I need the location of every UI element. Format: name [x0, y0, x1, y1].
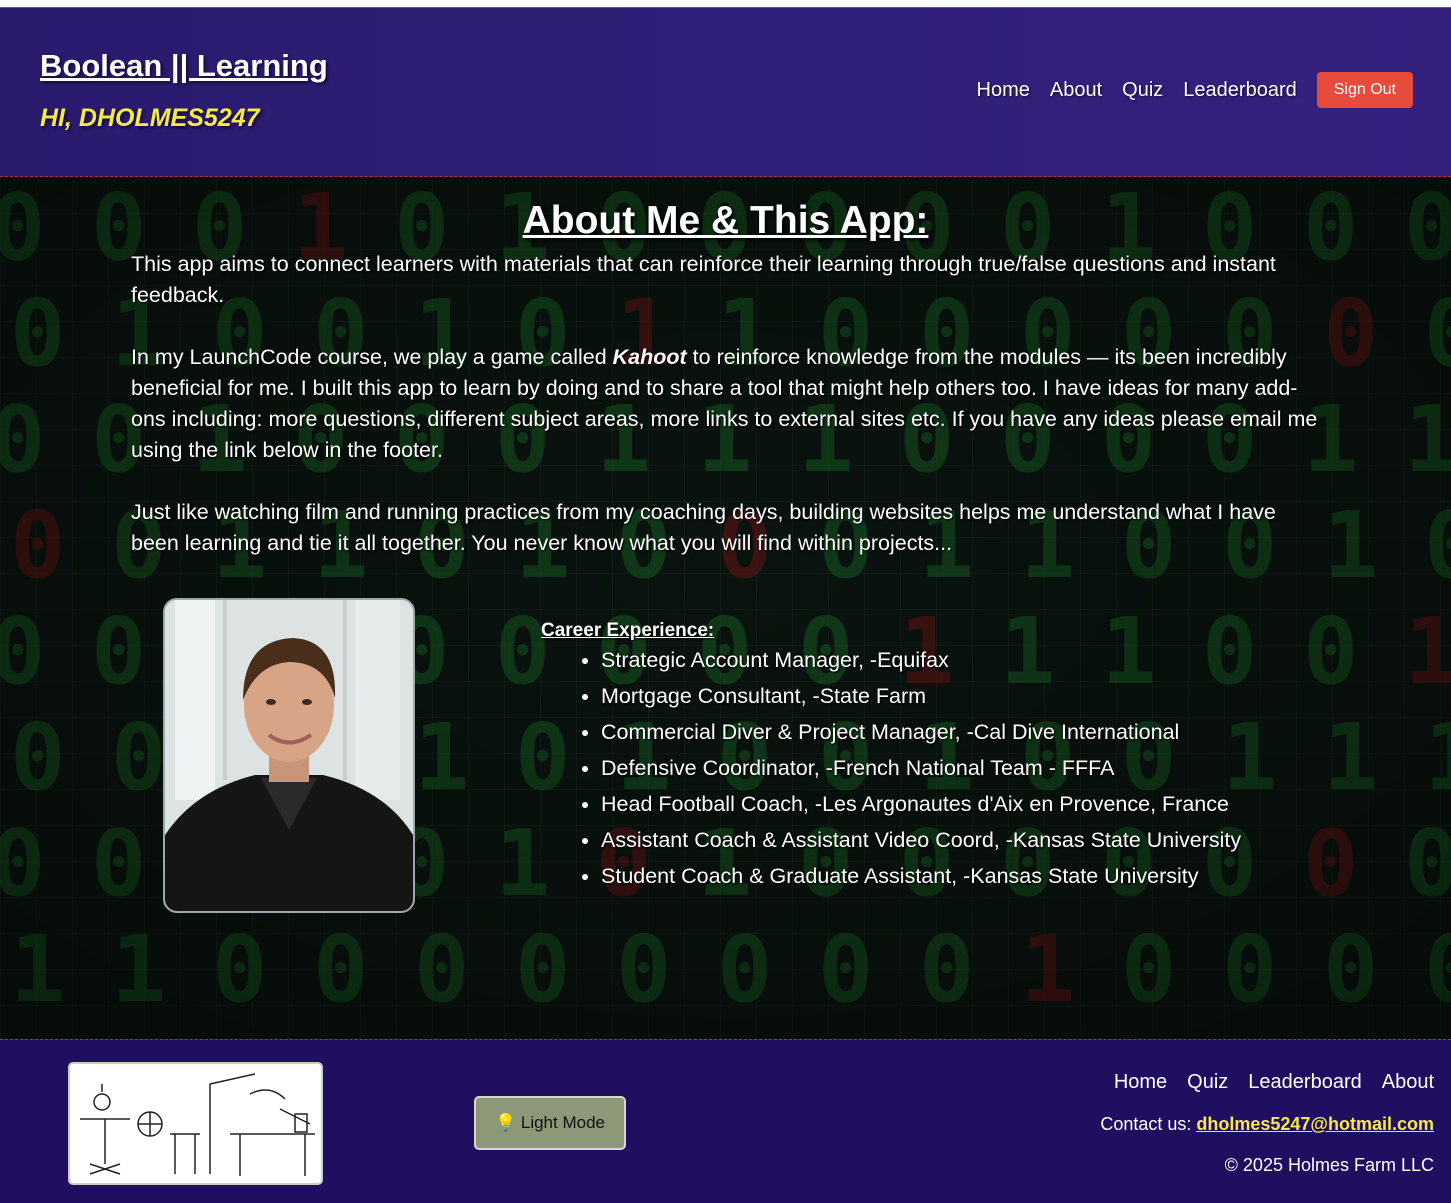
career-item: Assistant Coach & Assistant Video Coord,… [601, 822, 1241, 858]
user-greeting: HI, DHOLMES5247 [40, 104, 260, 132]
top-nav: Home About Quiz Leaderboard Sign Out [957, 72, 1413, 108]
intro-paragraph-3: Just like watching film and running prac… [131, 500, 1276, 555]
nav-about-link[interactable]: About [1050, 79, 1102, 102]
about-section: 0001010000010000100101100000000010001110… [0, 177, 1451, 1039]
site-title[interactable]: Boolean || Learning [40, 48, 328, 84]
author-photo [163, 598, 415, 913]
intro-text: This app aims to connect learners with m… [131, 249, 1321, 590]
kahoot-emphasis: Kahoot [612, 345, 687, 369]
career-item: Defensive Coordinator, -French National … [601, 750, 1241, 786]
contact-email-link[interactable]: dholmes5247@hotmail.com [1196, 1114, 1434, 1134]
career-item: Strategic Account Manager, -Equifax [601, 642, 1241, 678]
page-title: About Me & This App: [522, 199, 929, 242]
footer-about-link[interactable]: About [1382, 1071, 1434, 1094]
career-item: Mortgage Consultant, -State Farm [601, 678, 1241, 714]
footer-logo [68, 1062, 323, 1185]
top-rule [0, 0, 1451, 8]
career-item: Commercial Diver & Project Manager, -Cal… [601, 714, 1241, 750]
site-footer: 💡 Light Mode Home Quiz Leaderboard About… [0, 1039, 1451, 1203]
contact-label: Contact us: [1100, 1114, 1197, 1134]
sign-out-button[interactable]: Sign Out [1316, 72, 1413, 108]
intro-paragraph-2: In my LaunchCode course, we play a game … [131, 342, 1321, 466]
career-heading: Career Experience: [541, 620, 715, 641]
footer-leaderboard-link[interactable]: Leaderboard [1248, 1071, 1361, 1094]
site-header: Boolean || Learning HI, DHOLMES5247 Home… [0, 8, 1451, 177]
nav-quiz-link[interactable]: Quiz [1122, 79, 1163, 102]
career-experience: Career Experience: Strategic Account Man… [541, 620, 1241, 894]
footer-quiz-link[interactable]: Quiz [1187, 1071, 1228, 1094]
footer-nav: Home Quiz Leaderboard About [1094, 1071, 1434, 1094]
light-mode-toggle[interactable]: 💡 Light Mode [474, 1096, 626, 1150]
career-item: Head Football Coach, -Les Argonautes d'A… [601, 786, 1241, 822]
career-item: Student Coach & Graduate Assistant, -Kan… [601, 858, 1241, 894]
contact-line: Contact us: dholmes5247@hotmail.com [1100, 1114, 1434, 1135]
intro-paragraph-2-text: In my LaunchCode course, we play a game … [131, 345, 613, 369]
copyright: © 2025 Holmes Farm LLC [1224, 1155, 1434, 1175]
nav-home-link[interactable]: Home [977, 79, 1030, 102]
career-list: Strategic Account Manager, -Equifax Mort… [541, 642, 1241, 894]
intro-paragraph-1: This app aims to connect learners with m… [131, 252, 1276, 307]
nav-leaderboard-link[interactable]: Leaderboard [1183, 79, 1296, 102]
footer-home-link[interactable]: Home [1114, 1071, 1167, 1094]
